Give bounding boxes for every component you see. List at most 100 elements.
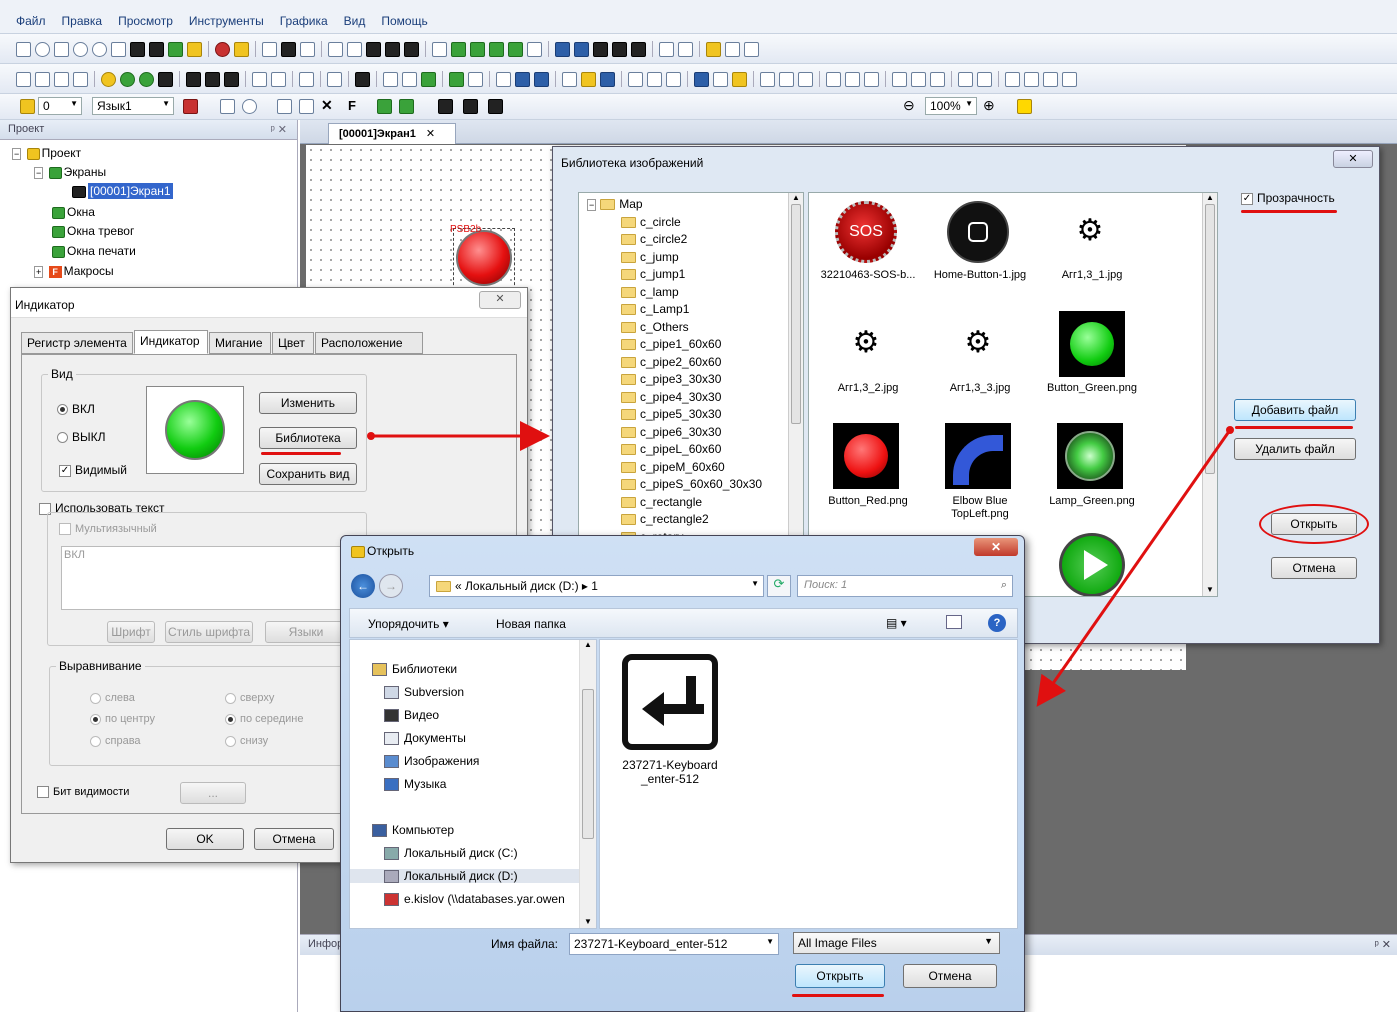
path-segment-disk[interactable]: Локальный диск (D:) bbox=[465, 579, 579, 593]
font-aa-icon[interactable] bbox=[35, 71, 50, 87]
tree-item-windows[interactable]: Окна bbox=[50, 205, 95, 219]
path-segment-folder[interactable]: 1 bbox=[591, 579, 598, 593]
save-view-button[interactable]: Сохранить вид bbox=[259, 463, 357, 485]
copy-icon[interactable] bbox=[647, 71, 662, 87]
elbow-blue-image[interactable] bbox=[945, 423, 1011, 489]
help-icon[interactable]: ? bbox=[988, 614, 1006, 632]
radio-off[interactable]: ВЫКЛ bbox=[57, 430, 106, 444]
save-icon[interactable] bbox=[600, 71, 615, 87]
line2-icon[interactable] bbox=[468, 71, 483, 87]
tab-color[interactable]: Цвет bbox=[272, 332, 314, 354]
pointer-tool-icon[interactable] bbox=[187, 41, 202, 57]
change-button[interactable]: Изменить bbox=[259, 392, 357, 414]
list-tool-icon[interactable] bbox=[574, 41, 589, 57]
settings-icon[interactable] bbox=[220, 99, 235, 114]
address-dropdown-icon[interactable]: ▼ bbox=[751, 579, 759, 588]
nav-item[interactable]: Музыка bbox=[384, 777, 446, 792]
ellipse-tool-icon[interactable] bbox=[73, 41, 88, 57]
view-options-icon[interactable]: ▤ ▾ bbox=[886, 616, 907, 630]
language-select[interactable]: Язык1 ▼ bbox=[92, 97, 174, 115]
table4-tool-icon[interactable] bbox=[631, 41, 646, 57]
edit-icon[interactable] bbox=[277, 99, 292, 114]
meter-tool-icon[interactable] bbox=[215, 41, 230, 57]
chart3-tool-icon[interactable] bbox=[489, 41, 504, 57]
valve-image[interactable]: ⚙ bbox=[1059, 211, 1121, 251]
abc-display-icon[interactable] bbox=[224, 71, 239, 87]
text2-tool-icon[interactable] bbox=[678, 41, 693, 57]
forward-button[interactable]: → bbox=[379, 574, 403, 598]
tree-item-project[interactable]: − Проект bbox=[12, 146, 81, 160]
refresh-icon[interactable] bbox=[242, 99, 257, 114]
delete-icon[interactable]: ✕ bbox=[321, 97, 333, 114]
file-name-input[interactable]: 237271-Keyboard_enter-512 ▼ bbox=[569, 933, 779, 955]
hand-icon[interactable] bbox=[20, 99, 35, 114]
font-f-icon[interactable]: F bbox=[348, 98, 356, 113]
grid-icon[interactable] bbox=[1017, 99, 1032, 114]
open-icon[interactable] bbox=[581, 71, 596, 87]
bitmap-tool-icon[interactable] bbox=[130, 41, 145, 57]
nav-item[interactable]: Subversion bbox=[384, 685, 464, 700]
preview-pane-icon[interactable] bbox=[946, 615, 962, 629]
align-top-radio[interactable]: сверху bbox=[225, 692, 274, 704]
folder-item[interactable]: c_pipeS_60x60_30x30 bbox=[621, 477, 762, 491]
tab-blink[interactable]: Мигание bbox=[209, 332, 271, 354]
folder-item[interactable]: c_circle2 bbox=[621, 232, 687, 246]
nav-item[interactable]: e.kislov (\\databases.yar.owen bbox=[384, 892, 565, 907]
distribute3-icon[interactable] bbox=[930, 71, 945, 87]
valve2-image[interactable]: ⚙ bbox=[835, 323, 897, 363]
align-left-radio[interactable]: слева bbox=[90, 692, 135, 704]
menu-graphics[interactable]: Графика bbox=[280, 14, 328, 28]
scroll-up-icon[interactable]: ▲ bbox=[580, 640, 596, 649]
num-display-icon[interactable] bbox=[186, 71, 201, 87]
back-button[interactable]: ← bbox=[351, 574, 375, 598]
tab-element-register[interactable]: Регистр элемента bbox=[21, 332, 133, 354]
histogram-icon[interactable] bbox=[515, 71, 530, 87]
text-tool-icon[interactable] bbox=[659, 41, 674, 57]
clone-icon[interactable] bbox=[377, 99, 392, 114]
text-value-field[interactable]: ВКЛ bbox=[61, 546, 345, 610]
step-icon[interactable] bbox=[327, 71, 342, 87]
folder-item[interactable]: c_pipeL_60x60 bbox=[621, 442, 721, 456]
folder-item[interactable]: c_pipe6_30x30 bbox=[621, 425, 721, 439]
open-button[interactable]: Открыть bbox=[795, 964, 885, 988]
folder-item[interactable]: − Map bbox=[587, 197, 643, 211]
home3-icon[interactable] bbox=[488, 99, 503, 114]
font-thin-icon[interactable] bbox=[73, 71, 88, 87]
nav-item[interactable]: Документы bbox=[384, 731, 466, 746]
align-top-icon[interactable] bbox=[826, 71, 841, 87]
info-pin-icon[interactable]: ᵖ ✕ bbox=[1375, 938, 1391, 951]
font-style-button[interactable]: Стиль шрифта bbox=[165, 621, 253, 643]
nav-item[interactable]: Изображения bbox=[384, 754, 479, 769]
range-icon[interactable] bbox=[496, 71, 511, 87]
table3-tool-icon[interactable] bbox=[612, 41, 627, 57]
zoom-out-icon[interactable]: ⊖ bbox=[903, 97, 915, 114]
menu-view[interactable]: Просмотр bbox=[118, 14, 173, 28]
switch-tool-icon[interactable] bbox=[281, 41, 296, 57]
palette-icon[interactable] bbox=[421, 71, 436, 87]
tree-item-alarm-windows[interactable]: Окна тревог bbox=[50, 224, 134, 238]
align-tool-icon[interactable] bbox=[725, 41, 740, 57]
folder-item[interactable]: c_pipeM_60x60 bbox=[621, 460, 725, 474]
menu-view2[interactable]: Вид bbox=[344, 14, 366, 28]
target-icon[interactable] bbox=[139, 71, 154, 87]
library-cancel-button[interactable]: Отмена bbox=[1271, 557, 1357, 579]
home-icon[interactable] bbox=[438, 99, 453, 114]
tree-item-screens[interactable]: − Экраны bbox=[34, 165, 106, 179]
menu-help[interactable]: Помощь bbox=[381, 14, 427, 28]
align-middle-icon[interactable] bbox=[845, 71, 860, 87]
distribute-icon[interactable] bbox=[892, 71, 907, 87]
chart2-tool-icon[interactable] bbox=[470, 41, 485, 57]
polygon-tool-icon[interactable] bbox=[111, 41, 126, 57]
folder-item[interactable]: c_pipe2_60x60 bbox=[621, 355, 721, 369]
font-aa2-icon[interactable] bbox=[54, 71, 69, 87]
keypad-tool-icon[interactable] bbox=[366, 41, 381, 57]
paste-icon[interactable] bbox=[666, 71, 681, 87]
align-bottom-radio[interactable]: снизу bbox=[225, 735, 268, 747]
bar-tool-icon[interactable] bbox=[262, 41, 277, 57]
home-button-image[interactable] bbox=[947, 201, 1009, 263]
folder-item[interactable]: c_rectangle bbox=[621, 495, 702, 509]
nav-item[interactable]: Компьютер bbox=[372, 823, 454, 838]
languages-button[interactable]: Языки bbox=[265, 621, 347, 643]
scroll-down-icon[interactable]: ▼ bbox=[580, 917, 596, 926]
visible-checkbox[interactable]: ✓ Видимый bbox=[59, 463, 127, 477]
